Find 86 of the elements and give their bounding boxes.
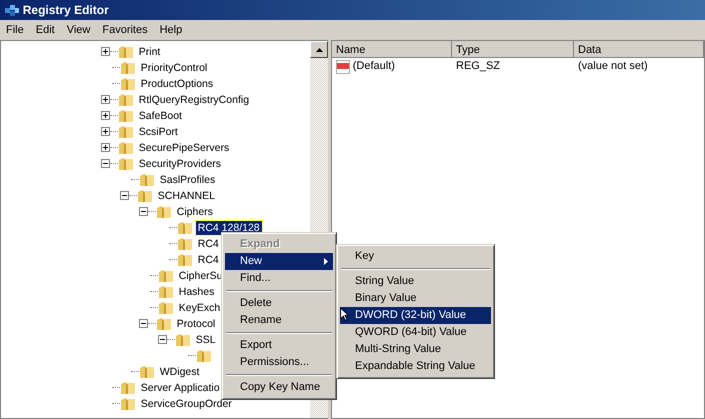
folder-icon [120,60,136,75]
folder-icon [118,92,134,107]
expander-icon[interactable] [120,191,129,200]
tree-item[interactable]: KeyExch [176,300,222,315]
expander-icon[interactable] [139,319,148,328]
folder-icon [118,156,134,171]
tree-item[interactable]: SaslProfiles [158,172,218,187]
folder-icon [156,204,172,219]
tree-item[interactable]: SecurePipeServers [136,140,232,155]
column-header-cell[interactable]: Name [332,41,452,57]
value-type: REG_SZ [455,59,502,74]
tree-item[interactable]: RC4 [196,252,221,267]
value-data: (value not set) [577,59,648,74]
tree-item[interactable]: SSL [194,332,218,347]
expander-icon[interactable] [139,207,148,216]
window-title: Registry Editor [22,2,109,19]
folder-icon [177,252,193,267]
folder-icon [118,140,134,155]
menu-item[interactable]: String Value [340,273,491,290]
folder-icon [158,284,174,299]
tree-item[interactable]: Protocol [174,316,218,331]
column-header-cell[interactable]: Data [574,41,704,57]
expander-icon[interactable] [101,47,110,56]
folder-icon [139,172,155,187]
menu-item[interactable]: Delete [225,295,333,312]
menu-item[interactable]: Rename [225,312,333,329]
tree-item[interactable]: WDigest [158,364,202,379]
expander-icon[interactable] [101,143,110,152]
menu-item[interactable]: Binary Value [340,290,491,307]
up-arrow-icon [316,48,322,52]
menu-item[interactable]: QWORD (64-bit) Value [340,324,491,341]
tree-item[interactable]: CipherSu [176,268,225,283]
folder-icon [177,236,193,251]
tree-item[interactable]: Server Applicatio [138,380,222,395]
tree-item[interactable]: PriorityControl [138,60,210,75]
tree-item[interactable]: RC4 128/128 [196,220,262,235]
folder-icon [175,332,191,347]
folder-icon [118,108,134,123]
registry-icon [4,2,20,18]
tree-item[interactable]: RC4 [196,236,221,251]
menu-item[interactable]: Find... [225,270,333,287]
tree-item[interactable]: SCHANNEL [156,188,217,203]
menu-item[interactable]: DWORD (32-bit) Value [340,307,491,324]
folder-icon [177,220,193,235]
folder-icon [120,380,136,395]
mouse-cursor-icon [340,308,349,321]
tree-item[interactable]: ScsiPort [136,124,180,139]
folder-icon [137,188,153,203]
column-header-cell[interactable]: Type [452,41,574,57]
folder-icon [118,124,134,139]
folder-icon [158,268,174,283]
tree-item[interactable]: Print [136,44,162,59]
tree-item[interactable]: ProductOptions [138,76,216,91]
expander-icon[interactable] [101,111,110,120]
menu-item[interactable]: File [0,20,30,40]
expander-icon[interactable] [101,159,110,168]
submenu-arrow-icon [324,258,328,265]
menu-item[interactable]: Key [340,248,491,265]
expander-icon[interactable] [101,95,110,104]
folder-icon [156,316,172,331]
menu-item[interactable]: Help [154,20,188,40]
menu-item[interactable]: New [225,253,333,270]
tree-item[interactable]: ServiceGroupOrder [138,396,234,411]
expander-icon[interactable] [101,127,110,136]
tree-item[interactable]: SafeBoot [136,108,184,123]
menu-item[interactable]: Edit [30,20,61,40]
folder-icon [120,76,136,91]
folder-icon [120,396,136,411]
menu-item[interactable]: Permissions... [225,354,333,371]
string-value-icon [336,60,350,74]
tree-item[interactable]: Ciphers [174,204,215,219]
menu-item[interactable]: Copy Key Name [225,379,333,396]
folder-icon [118,44,134,59]
menu-item[interactable]: Favorites [96,20,154,40]
menu-item[interactable]: Multi-String Value [340,341,491,358]
menu-item[interactable]: Expandable String Value [340,358,491,375]
folder-icon [139,364,155,379]
scroll-up-button[interactable] [310,41,328,58]
tree-item[interactable]: SecurityProviders [136,156,224,171]
value-name[interactable]: (Default) [352,58,395,75]
folder-icon [158,300,174,315]
tree-item[interactable]: RtlQueryRegistryConfig [136,92,252,107]
menu-item[interactable]: Export [225,337,333,354]
tree-item[interactable]: Hashes [176,284,216,299]
menu-item[interactable]: View [60,20,96,40]
expander-icon[interactable] [158,335,167,344]
